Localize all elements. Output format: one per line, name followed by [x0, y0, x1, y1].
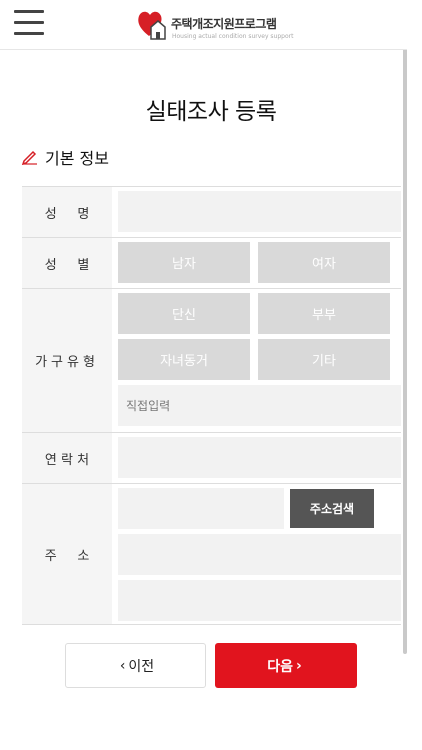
chevron-left-icon: ‹ [119, 657, 126, 674]
address-label: 주 소 [22, 484, 112, 624]
next-button[interactable]: 다음 › [215, 643, 357, 688]
next-button-label: 다음 [267, 658, 293, 675]
name-input[interactable] [118, 191, 401, 232]
contact-row: 연 락 처 [22, 433, 401, 484]
logo-subtitle: Housing actual condition survey support [172, 33, 294, 40]
household-single-button[interactable]: 단신 [118, 293, 250, 334]
logo[interactable]: 주택개조지원프로그램 Housing actual condition surv… [136, 9, 296, 43]
contact-input[interactable] [118, 437, 401, 478]
app-header: 주택개조지원프로그램 Housing actual condition surv… [0, 0, 407, 50]
gender-row: 성 별 남자 여자 [22, 238, 401, 289]
gender-male-button[interactable]: 남자 [118, 242, 250, 283]
chevron-right-icon: › [295, 657, 302, 674]
prev-button-label: 이전 [128, 658, 155, 675]
household-label: 가구유형 [22, 289, 112, 432]
hamburger-icon[interactable] [14, 10, 44, 38]
household-row: 가구유형 단신 부부 자녀동거 기타 직접입력 [22, 289, 401, 433]
name-row: 성 명 [22, 187, 401, 238]
contact-label: 연 락 처 [22, 433, 112, 483]
address-row: 주 소 주소검색 [22, 484, 401, 625]
postcode-input[interactable] [118, 488, 284, 529]
household-couple-button[interactable]: 부부 [258, 293, 390, 334]
gender-female-button[interactable]: 여자 [258, 242, 390, 283]
gender-label: 성 별 [22, 238, 112, 288]
page-title: 실태조사 등록 [145, 99, 277, 125]
household-other-button[interactable]: 기타 [258, 339, 390, 380]
address-input[interactable] [118, 534, 401, 575]
household-direct-input[interactable]: 직접입력 [118, 385, 401, 426]
logo-title: 주택개조지원프로그램 [171, 17, 277, 31]
pencil-icon [21, 150, 37, 165]
prev-button[interactable]: ‹ 이전 [65, 643, 206, 688]
address-search-button[interactable]: 주소검색 [290, 489, 374, 528]
section-title: 기본 정보 [45, 149, 109, 168]
address-detail-input[interactable] [118, 580, 401, 621]
name-label: 성 명 [22, 187, 112, 237]
basic-info-form: 성 명 성 별 남자 여자 가구유형 단신 부부 자녀동거 기타 직접입력 연 … [22, 186, 401, 625]
house-heart-logo-icon [138, 11, 166, 40]
household-with-children-button[interactable]: 자녀동거 [118, 339, 250, 380]
